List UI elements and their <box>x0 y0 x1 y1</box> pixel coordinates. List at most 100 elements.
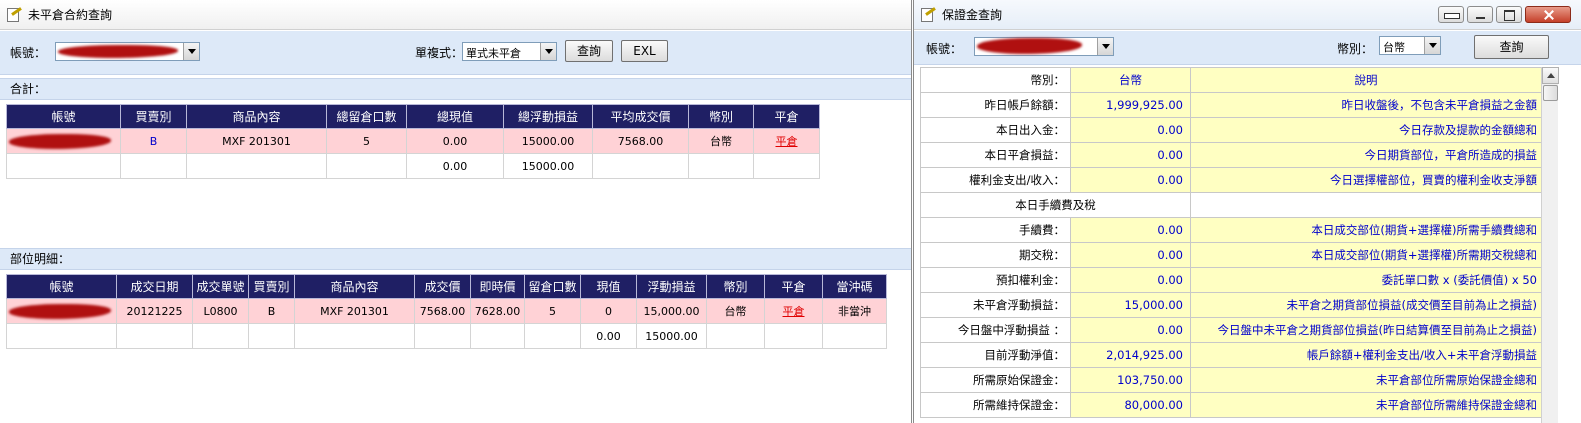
summary-header-cell: 總現值 <box>406 104 504 129</box>
detail-cell: 非當沖 <box>822 298 887 324</box>
account-select[interactable] <box>55 42 200 61</box>
margin-row-value: 103,750.00 <box>1070 367 1191 393</box>
dropdown-arrow-icon[interactable] <box>1097 38 1113 55</box>
summary-cell: 平倉 <box>753 128 820 154</box>
table-row: 昨日帳戶餘額： 1,999,925.00 昨日收盤後，不包含未平倉損益之金額 <box>920 92 1542 118</box>
currency-select[interactable]: 台幣 <box>1379 36 1441 55</box>
detail-cell-text: 7568.00 <box>419 304 466 318</box>
summary-header-cell: 買賣別 <box>120 104 187 129</box>
summary-cell-text: 5 <box>363 134 370 148</box>
detail-header-cell: 帳號 <box>6 274 117 299</box>
detail-cell: MXF 201301 <box>294 298 415 324</box>
table-row[interactable]: 0.00 15000.00 <box>6 323 887 349</box>
detail-cell: 15000.00 <box>636 323 707 349</box>
right-toolbar: 帳號： 幣別： 台幣 查詢 <box>914 31 1581 65</box>
margin-row-desc: 今日選擇權部位，買賣的權利金收支淨額 <box>1190 167 1542 193</box>
redacted-account <box>977 38 1082 54</box>
left-titlebar: 未平倉合約查詢 <box>0 0 911 30</box>
margin-row-key: 今日盤中浮動損益 ： <box>920 317 1071 343</box>
detail-cell <box>248 323 295 349</box>
pin-icon[interactable] <box>1438 6 1464 23</box>
summary-header-cell: 平倉 <box>753 104 820 129</box>
summary-cell-text: MXF 201301 <box>222 134 291 148</box>
detail-cell-text: 非當沖 <box>838 305 871 318</box>
margin-row-desc: 昨日收盤後，不包含未平倉損益之金額 <box>1190 92 1542 118</box>
table-row: 本日出入金： 0.00 今日存款及提款的金額總和 <box>920 117 1542 143</box>
detail-cell <box>116 323 193 349</box>
summary-cell-text: 7568.00 <box>617 134 664 148</box>
margin-header-row: 幣別： 台幣 說明 <box>920 67 1542 93</box>
margin-row-desc: 今日盤中未平倉之期貨部位損益(昨日結算價至目前為止之損益) <box>1190 317 1542 343</box>
margin-row-key: 手續費： <box>920 217 1071 243</box>
left-query-button[interactable]: 查詢 <box>565 40 613 62</box>
margin-row-key: 目前浮動淨值： <box>920 342 1071 368</box>
detail-header-row: 帳號 成交日期 成交單號 買賣別 商品內容 成交價 即時價 留倉口數 現值 浮動損益 幣別 平倉 當沖碼 <box>6 274 887 299</box>
table-row[interactable]: 0.00 15000.00 <box>6 153 820 179</box>
margin-row-value: 0.00 <box>1070 117 1191 143</box>
mode-select[interactable]: 單式未平倉 <box>462 42 557 61</box>
close-position-link[interactable]: 平倉 <box>776 135 798 148</box>
margin-row-desc: 本日成交部位(期貨+選擇權)所需手續費總和 <box>1190 217 1542 243</box>
summary-cell <box>753 153 820 179</box>
margin-row-value: 0.00 <box>1070 217 1191 243</box>
margin-header-desc: 說明 <box>1190 67 1542 93</box>
detail-header-cell: 留倉口數 <box>524 274 581 299</box>
mode-label: 單複式： <box>415 46 464 60</box>
close-icon[interactable] <box>1525 6 1571 23</box>
detail-cell <box>764 323 823 349</box>
table-row[interactable]: B MXF 201301 5 0.00 15000.00 7568.00 台幣 平倉 <box>6 128 820 154</box>
dropdown-arrow-icon[interactable] <box>183 43 199 60</box>
minimize-icon[interactable] <box>1467 6 1493 23</box>
margin-row-key: 未平倉浮動損益： <box>920 292 1071 318</box>
detail-cell: 台幣 <box>706 298 765 324</box>
summary-cell <box>6 153 121 179</box>
margin-scrollbar[interactable] <box>1541 67 1559 423</box>
maximize-icon[interactable] <box>1496 6 1522 23</box>
margin-row-value: 0.00 <box>1070 267 1191 293</box>
margin-table: 幣別： 台幣 說明 昨日帳戶餘額： 1,999,925.00 昨日收盤後，不包含未平… <box>920 67 1542 418</box>
summary-cell: 7568.00 <box>592 128 689 154</box>
dropdown-arrow-icon[interactable] <box>1424 37 1440 54</box>
summary-cell-text: 0.00 <box>442 159 468 173</box>
margin-row-desc: 帳戶餘額+權利金支出/收入+未平倉浮動損益 <box>1190 342 1542 368</box>
open-positions-window: 未平倉合約查詢 帳號： 單複式： 單式未平倉 查詢 EXL 合計： 帳號 買賣別商… <box>0 0 912 423</box>
scroll-up-icon[interactable] <box>1542 67 1559 84</box>
detail-cell-text: 0.00 <box>596 329 621 343</box>
detail-cell-text: 台幣 <box>724 305 747 318</box>
margin-row-value: 0.00 <box>1070 317 1191 343</box>
detail-header-cell: 浮動損益 <box>636 274 707 299</box>
summary-cell-text: 15000.00 <box>521 134 575 148</box>
margin-row-key: 昨日帳戶餘額： <box>920 92 1071 118</box>
right-account-select[interactable] <box>974 37 1114 56</box>
exl-button[interactable]: EXL <box>621 40 668 62</box>
margin-header-value: 台幣 <box>1070 67 1191 93</box>
right-query-button[interactable]: 查詢 <box>1474 35 1549 59</box>
summary-cell <box>6 128 121 154</box>
summary-cell: 5 <box>326 128 407 154</box>
right-account-label: 帳號： <box>926 42 963 56</box>
detail-cell <box>706 323 765 349</box>
margin-row-value: 0.00 <box>1070 167 1191 193</box>
table-row[interactable]: 20121225 L0800 B MXF 201301 7568.00 7628.00 5 0… <box>6 298 887 324</box>
detail-header-cell: 成交價 <box>414 274 471 299</box>
table-row: 手續費： 0.00 本日成交部位(期貨+選擇權)所需手續費總和 <box>920 217 1542 243</box>
summary-header-cell: 總留倉口數 <box>326 104 407 129</box>
margin-row-value: 1,999,925.00 <box>1070 92 1191 118</box>
detail-cell <box>524 323 581 349</box>
summary-header-cell: 商品內容 <box>186 104 327 129</box>
summary-header-row: 帳號 買賣別 商品內容 總留倉口數 總現值 總浮動損益 平均成交價 幣別 平倉 <box>6 104 820 129</box>
summary-cell <box>688 153 754 179</box>
scroll-thumb[interactable] <box>1543 85 1558 101</box>
summary-header-cell: 平均成交價 <box>592 104 689 129</box>
detail-cell-text: 20121225 <box>126 304 183 318</box>
dropdown-arrow-icon[interactable] <box>540 43 556 60</box>
detail-header-cell: 買賣別 <box>248 274 295 299</box>
summary-cell: B <box>120 128 187 154</box>
detail-cell: L0800 <box>192 298 249 324</box>
detail-cell-text: B <box>267 304 276 318</box>
summary-cell: 0.00 <box>406 153 504 179</box>
detail-header-cell: 商品內容 <box>294 274 415 299</box>
summary-table: 帳號 買賣別 商品內容 總留倉口數 總現值 總浮動損益 平均成交價 幣別 平倉 B MXF 201… <box>6 104 820 179</box>
detail-header-cell: 當沖碼 <box>822 274 887 299</box>
close-position-link[interactable]: 平倉 <box>783 305 805 318</box>
